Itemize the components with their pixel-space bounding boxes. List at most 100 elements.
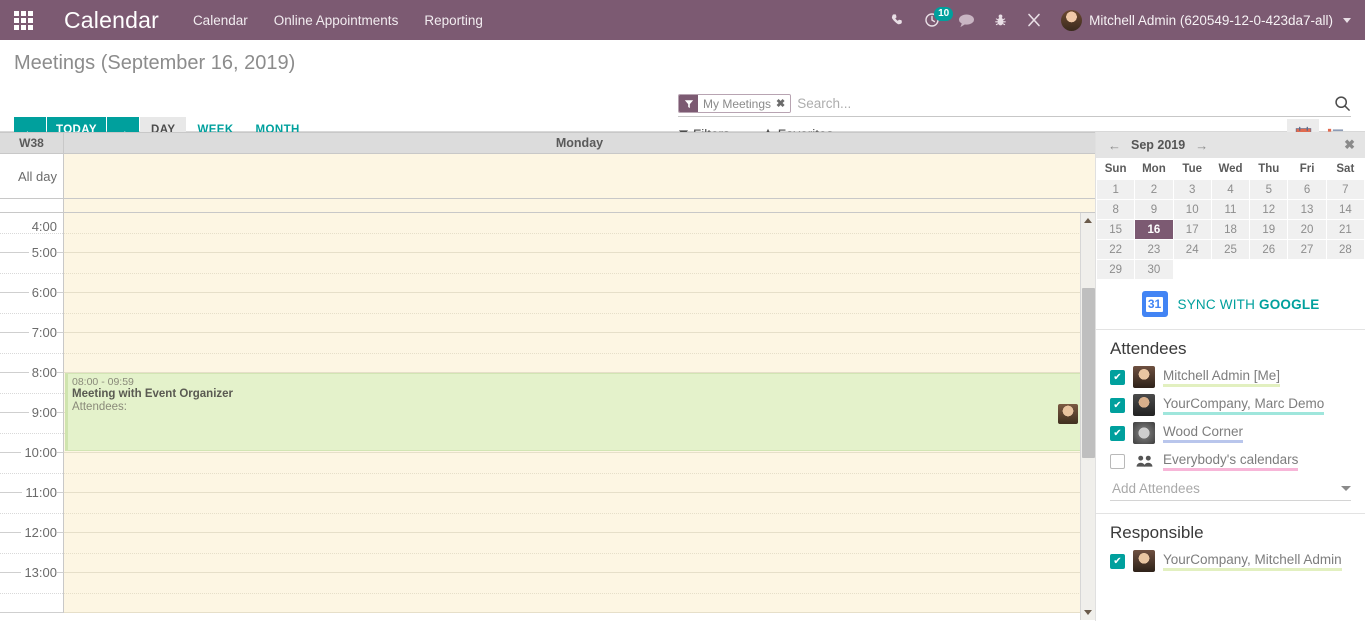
calendar-grid-header: W38 Monday xyxy=(0,132,1095,154)
time-slot-cell[interactable] xyxy=(64,573,1095,613)
mini-calendar-day[interactable]: 19 xyxy=(1249,219,1289,240)
chevron-down-icon[interactable] xyxy=(1341,486,1351,491)
attendee-name: Wood Corner xyxy=(1163,423,1244,443)
mini-calendar-day[interactable]: 4 xyxy=(1210,179,1251,200)
mini-calendar-day[interactable]: 2 xyxy=(1134,179,1174,200)
google-calendar-icon-day: 31 xyxy=(1146,296,1164,312)
mini-calendar-day[interactable]: 14 xyxy=(1325,199,1365,220)
all-day-row: All day xyxy=(0,154,1095,199)
search-facet-label: My Meetings xyxy=(703,96,772,111)
scrollbar-thumb[interactable] xyxy=(1082,288,1095,458)
calendar-vertical-scrollbar[interactable] xyxy=(1080,213,1095,620)
mini-calendar-day[interactable]: 29 xyxy=(1096,259,1136,280)
mini-calendar-day[interactable]: 15 xyxy=(1096,219,1136,240)
search-input[interactable] xyxy=(793,96,1326,111)
attendee-avatar xyxy=(1133,394,1155,416)
attendee-row[interactable]: ✔ YourCompany, Marc Demo xyxy=(1096,391,1365,419)
search-facet-remove-icon[interactable]: ✖ xyxy=(776,97,785,110)
mini-calendar-day[interactable]: 9 xyxy=(1134,199,1174,220)
mini-calendar-day[interactable]: 12 xyxy=(1249,199,1289,220)
time-slot-label: 13:00 xyxy=(0,565,64,613)
event-attendees-label: Attendees: xyxy=(72,401,127,413)
main-content: W38 Monday All day 4:00 5:00 6:00 7:00 8:00 9… xyxy=(0,132,1365,621)
page-title: Meetings (September 16, 2019) xyxy=(14,52,296,74)
mini-calendar-day[interactable]: 1 xyxy=(1096,179,1136,200)
mini-calendar-day[interactable]: 3 xyxy=(1172,179,1212,200)
bug-icon[interactable] xyxy=(983,0,1017,40)
attendee-checkbox[interactable] xyxy=(1110,453,1125,469)
attendee-avatar xyxy=(1133,550,1155,572)
nav-item-online-appointments[interactable]: Online Appointments xyxy=(274,13,399,28)
mini-calendar-weekday: Mon xyxy=(1142,163,1166,175)
mini-calendar-week-row: 15 16 17 18 19 20 21 xyxy=(1096,219,1365,240)
mini-calendar-day[interactable]: 10 xyxy=(1172,199,1212,220)
attendee-checkbox[interactable]: ✔ xyxy=(1110,369,1125,385)
mini-calendar-day[interactable]: 21 xyxy=(1325,219,1365,240)
mini-calendar-weekday: Fri xyxy=(1299,163,1315,175)
phone-icon[interactable] xyxy=(881,0,915,40)
search-facet-my-meetings[interactable]: My Meetings ✖ xyxy=(678,94,792,113)
apps-grid-icon[interactable] xyxy=(0,0,46,40)
close-icon[interactable]: ✖ xyxy=(1344,137,1355,153)
mini-calendar-day[interactable]: 30 xyxy=(1134,259,1174,280)
time-slot-cell[interactable] xyxy=(64,213,1095,253)
mini-calendar-day[interactable]: 20 xyxy=(1287,219,1327,240)
user-menu-label: Mitchell Admin (620549-12-0-423da7-all) xyxy=(1089,12,1333,28)
nav-item-reporting[interactable]: Reporting xyxy=(424,13,483,28)
nav-item-calendar[interactable]: Calendar xyxy=(193,13,248,28)
mini-calendar-day[interactable]: 26 xyxy=(1249,239,1289,260)
add-attendees-input[interactable] xyxy=(1110,480,1341,497)
mini-calendar-day[interactable]: 6 xyxy=(1287,179,1327,200)
attendee-row[interactable]: ✔ YourCompany, Mitchell Admin xyxy=(1096,547,1365,575)
time-slot-cell[interactable] xyxy=(64,333,1095,373)
sync-with-google-button[interactable]: 31 SYNC WITH GOOGLE xyxy=(1096,280,1365,330)
hour-label: 10:00 xyxy=(21,445,57,460)
attendee-checkbox[interactable]: ✔ xyxy=(1110,397,1125,413)
scroll-up-arrow-icon[interactable] xyxy=(1081,213,1095,228)
mini-calendar-day[interactable]: 11 xyxy=(1210,199,1251,220)
search-area: My Meetings ✖ xyxy=(678,94,1351,117)
attendee-row[interactable]: Everybody's calendars xyxy=(1096,447,1365,475)
mini-calendar-day[interactable]: 23 xyxy=(1134,239,1174,260)
time-slot-cell[interactable] xyxy=(64,293,1095,333)
messages-icon[interactable] xyxy=(949,0,983,40)
mini-calendar-day[interactable]: 16 xyxy=(1134,219,1174,240)
mini-calendar-day[interactable]: 28 xyxy=(1325,239,1365,260)
search-icon[interactable] xyxy=(1326,95,1351,112)
filter-icon xyxy=(679,95,698,112)
calendar-event[interactable]: 08:00 - 09:59 Meeting with Event Organiz… xyxy=(65,373,1083,451)
mini-calendar-day[interactable]: 8 xyxy=(1096,199,1136,220)
mini-calendar-day[interactable]: 7 xyxy=(1325,179,1365,200)
mini-calendar-day[interactable]: 24 xyxy=(1172,239,1212,260)
top-navbar: Calendar Calendar Online Appointments Re… xyxy=(0,0,1365,40)
time-slot-cell[interactable] xyxy=(64,253,1095,293)
time-slot-cell[interactable] xyxy=(64,453,1095,493)
mini-calendar-day[interactable]: 13 xyxy=(1287,199,1327,220)
activity-clock-icon[interactable]: 10 xyxy=(915,0,954,40)
user-menu[interactable]: Mitchell Admin (620549-12-0-423da7-all) xyxy=(1051,9,1355,31)
mini-calendar-day[interactable]: 22 xyxy=(1096,239,1136,260)
developer-tools-icon[interactable] xyxy=(1017,0,1051,40)
day-column[interactable]: 08:00 - 09:59 Meeting with Event Organiz… xyxy=(64,213,1095,613)
calendar-sidebar: ← Sep 2019 → ✖ Sun Mon Tue Wed Thu Fri Sat 123… xyxy=(1095,132,1365,621)
mini-calendar-day[interactable]: 18 xyxy=(1210,219,1251,240)
attendee-checkbox[interactable]: ✔ xyxy=(1110,553,1125,569)
all-day-cell[interactable] xyxy=(64,154,1095,198)
attendee-row[interactable]: ✔ Mitchell Admin [Me] xyxy=(1096,363,1365,391)
navbar-menu: Calendar Online Appointments Reporting xyxy=(193,13,483,28)
attendee-row[interactable]: ✔ Wood Corner xyxy=(1096,419,1365,447)
mini-calendar-next-icon[interactable]: → xyxy=(1193,138,1210,153)
mini-calendar-day[interactable]: 25 xyxy=(1210,239,1251,260)
mini-calendar-day[interactable]: 27 xyxy=(1287,239,1327,260)
mini-calendar-day[interactable]: 5 xyxy=(1249,179,1289,200)
time-slot-cell[interactable] xyxy=(64,533,1095,573)
attendee-checkbox[interactable]: ✔ xyxy=(1110,425,1125,441)
hour-label: 13:00 xyxy=(21,565,57,580)
mini-calendar-day[interactable]: 17 xyxy=(1172,219,1212,240)
sync-with-google-label: SYNC WITH GOOGLE xyxy=(1178,297,1320,312)
week-number-label: W38 xyxy=(0,133,64,153)
add-attendees-field[interactable] xyxy=(1110,480,1351,501)
scroll-down-arrow-icon[interactable] xyxy=(1081,605,1095,620)
time-slot-cell[interactable] xyxy=(64,493,1095,533)
mini-calendar-prev-icon[interactable]: ← xyxy=(1106,138,1123,153)
